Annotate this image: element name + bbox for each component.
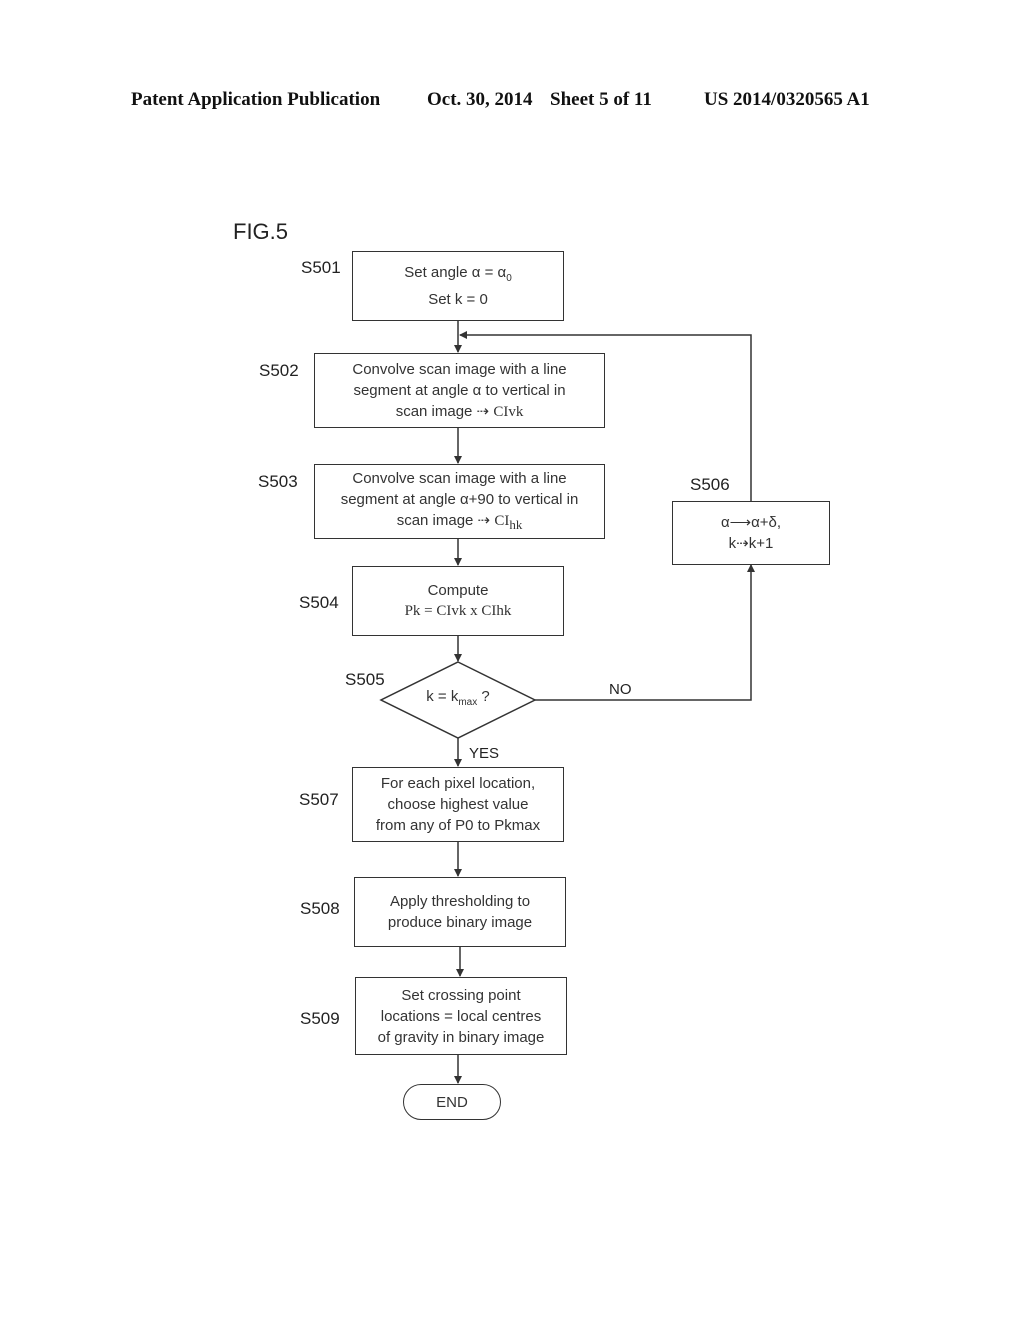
step-label-s507: S507 (299, 790, 339, 809)
variable: CIvk (493, 403, 524, 420)
flowchart-connectors (379, 321, 755, 1084)
step-box-s503: Convolve scan image with a line segment … (314, 464, 605, 539)
step-text-line: α⟶α+δ, (720, 514, 782, 531)
text: Set angle α = α (404, 264, 507, 281)
step-text-line: Compute (427, 582, 489, 599)
text: ? (477, 688, 490, 705)
step-text-line: Set k = 0 (428, 291, 488, 308)
step-text-line: choose highest value (387, 796, 529, 813)
end-label: END (436, 1093, 468, 1111)
text: scan image ⇢ (396, 512, 495, 529)
step-text-line: scan image ⇢ CIhk (397, 510, 523, 535)
step-label-s509: S509 (300, 1009, 340, 1028)
subscript: max (458, 697, 478, 708)
step-text-line: Convolve scan image with a line (352, 470, 567, 487)
arrow-s505-s506-no (535, 564, 755, 701)
step-label-s502: S502 (259, 361, 299, 380)
step-formula: Pk = CIvk x CIhk (404, 603, 512, 619)
step-box-s507: For each pixel location, choose highest … (352, 767, 564, 842)
step-box-s501: Set angle α = α0 Set k = 0 (352, 251, 564, 321)
step-label-s506: S506 (690, 475, 730, 494)
step-box-s508: Apply thresholding to produce binary ima… (354, 877, 566, 947)
step-label-s504: S504 (299, 593, 339, 612)
step-text-line: of gravity in binary image (377, 1028, 545, 1046)
decision-text-s505: k = kmax ? (400, 688, 516, 708)
step-text-line: segment at angle α to vertical in (353, 381, 566, 399)
step-label-s505: S505 (345, 670, 385, 689)
step-text-line: locations = local centres (380, 1007, 542, 1025)
step-label-s503: S503 (258, 472, 298, 491)
end-terminal: END (403, 1084, 501, 1120)
step-text-line: Set angle α = α0 (404, 262, 512, 289)
step-text-line: Set crossing point (401, 986, 521, 1004)
step-label-s508: S508 (300, 899, 340, 918)
subscript: 0 (506, 273, 512, 284)
step-box-s502: Convolve scan image with a line segment … (314, 353, 605, 428)
step-box-s509: Set crossing point locations = local cen… (355, 977, 567, 1055)
step-text-line: Convolve scan image with a line (352, 360, 567, 378)
step-label-s501: S501 (301, 258, 341, 277)
step-box-s504: Compute Pk = CIvk x CIhk (352, 566, 564, 636)
edge-label-no: NO (609, 681, 632, 698)
step-text-line: produce binary image (387, 914, 533, 931)
text: k = k (426, 688, 459, 705)
step-text-line: For each pixel location, (380, 775, 536, 792)
step-text-line: Apply thresholding to (389, 893, 531, 910)
variable: CI (494, 513, 510, 529)
text: scan image ⇢ (395, 402, 494, 420)
step-text-line: from any of P0 to Pkmax (375, 817, 541, 834)
step-text-line: k⇢k+1 (728, 535, 774, 552)
subscript: hk (509, 517, 523, 532)
step-text-line: scan image ⇢ CIvk (396, 401, 524, 423)
step-box-s506: α⟶α+δ, k⇢k+1 (672, 501, 830, 565)
edge-label-yes: YES (469, 745, 500, 762)
step-text-line: segment at angle α+90 to vertical in (340, 491, 579, 508)
